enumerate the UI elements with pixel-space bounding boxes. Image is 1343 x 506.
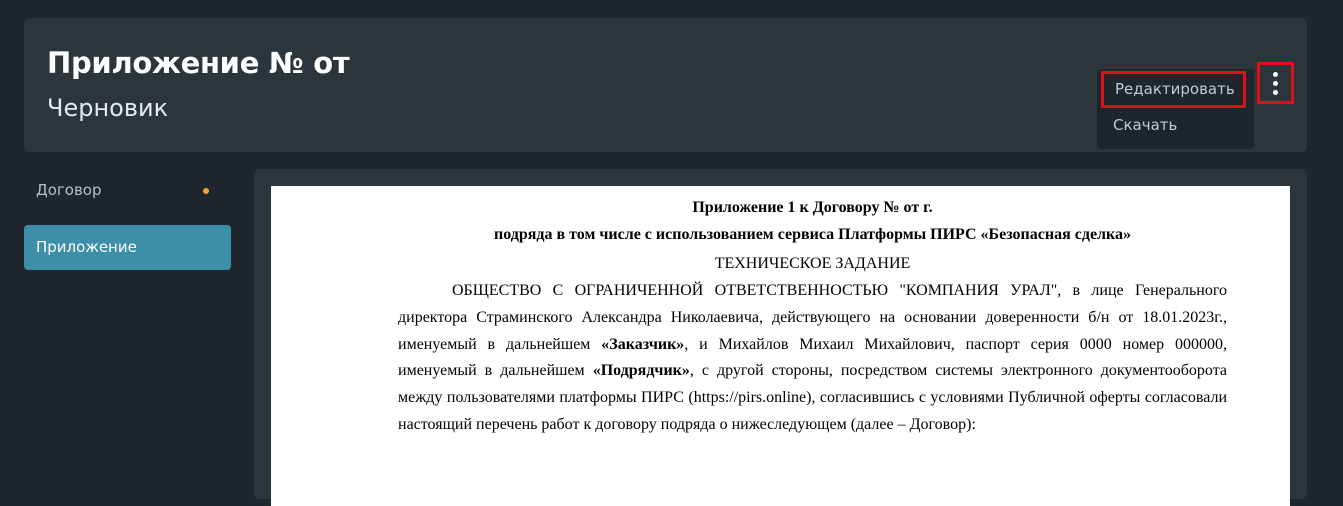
- more-vertical-icon: [1273, 71, 1278, 77]
- sidebar-item-label: Приложение: [36, 238, 137, 256]
- customer-term: «Заказчик»: [601, 335, 685, 353]
- status-subtitle: Черновик: [47, 94, 169, 122]
- contractor-term: «Подрядчик»: [592, 362, 690, 380]
- document-content: Приложение 1 к Договору № от г. подряда …: [398, 194, 1227, 439]
- sidebar-item-appendix[interactable]: Приложение: [24, 225, 231, 270]
- menu-item-edit[interactable]: Редактировать: [1101, 71, 1246, 108]
- document-heading: Приложение 1 к Договору № от г.: [692, 199, 933, 216]
- more-vertical-icon-dot: [1273, 89, 1278, 95]
- document-page: Приложение 1 к Договору № от г. подряда …: [271, 186, 1290, 506]
- page-title: Приложение № от: [47, 46, 350, 80]
- more-vertical-icon-dot: [1273, 80, 1278, 86]
- document-paragraph: ОБЩЕСТВО С ОГРАНИЧЕННОЙ ОТВЕТСТВЕННОСТЬЮ…: [398, 278, 1227, 439]
- document-subheading: подряда в том числе с использованием сер…: [494, 226, 1131, 243]
- page-header: Приложение № от Черновик Редактировать С…: [24, 18, 1307, 152]
- unsaved-indicator-icon: [203, 188, 209, 194]
- menu-item-download[interactable]: Скачать: [1097, 113, 1254, 137]
- document-section-title: ТЕХНИЧЕСКОЕ ЗАДАНИЕ: [714, 255, 911, 272]
- more-menu-button[interactable]: [1257, 62, 1294, 104]
- sidebar-item-contract[interactable]: Договор: [24, 168, 231, 213]
- actions-dropdown: Редактировать Скачать: [1097, 69, 1254, 149]
- sidebar-item-label: Договор: [36, 181, 102, 199]
